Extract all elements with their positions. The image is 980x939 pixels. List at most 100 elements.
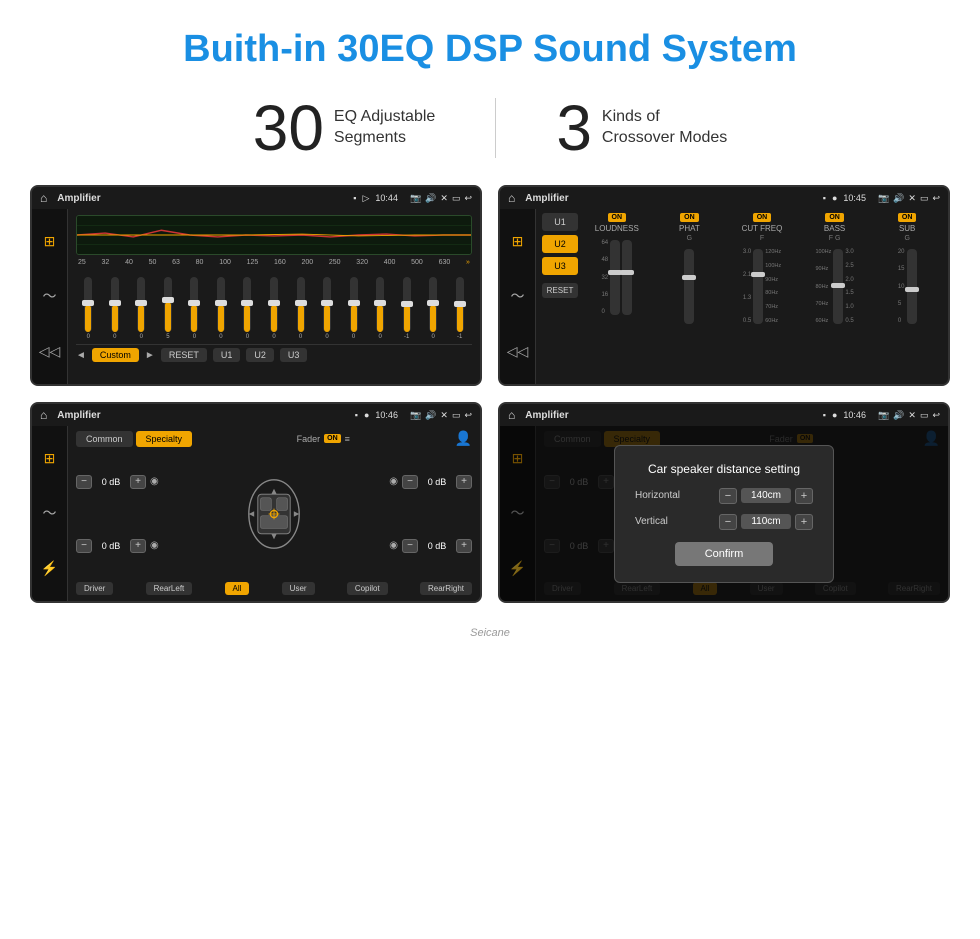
back-icon-2[interactable]: ↩	[932, 193, 940, 204]
crossover-panel: U1 U2 U3 RESET ON LOUDNESS 644832160	[536, 209, 948, 384]
bass-on[interactable]: ON	[825, 213, 844, 222]
home-icon-3[interactable]: ⌂	[40, 408, 47, 422]
sub-slider[interactable]: 20151050	[898, 244, 917, 324]
preset-u2[interactable]: U2	[542, 235, 578, 253]
all-btn-3[interactable]: All	[225, 582, 250, 595]
custom-btn[interactable]: Custom	[92, 348, 139, 362]
screen-specialty: ⌂ Amplifier ▪ ● 10:46 📷 🔊 ✕ ▭ ↩ ⊞ 〜 ⚡	[30, 402, 482, 603]
common-tab-3[interactable]: Common	[76, 431, 133, 447]
stats-row: 30 EQ AdjustableSegments 3 Kinds ofCross…	[0, 81, 980, 185]
eq-icon-2[interactable]: ⊞	[512, 233, 524, 250]
preset-u1[interactable]: U1	[542, 213, 578, 231]
fader-row: Fader ON ≡	[297, 434, 350, 444]
camera-icon-2: 📷	[878, 193, 889, 204]
bluetooth-icon-3[interactable]: ⚡	[41, 560, 58, 577]
spk-row-tr: ◉ − 0 dB +	[389, 475, 472, 489]
sidebar-2: ⊞ 〜 ◁◁	[500, 209, 536, 384]
wave-icon-3[interactable]: 〜	[43, 503, 57, 523]
rearleft-btn-3[interactable]: RearLeft	[146, 582, 193, 595]
close-icon-1[interactable]: ✕	[440, 193, 448, 204]
slider-9[interactable]: 0	[288, 277, 313, 340]
slider-14[interactable]: 0	[421, 277, 446, 340]
eq-graph	[76, 215, 472, 255]
dialog-title: Car speaker distance setting	[635, 462, 813, 476]
horizontal-plus[interactable]: +	[795, 488, 813, 504]
spk-tr-plus[interactable]: +	[456, 475, 472, 489]
slider-4[interactable]: 5	[156, 277, 181, 340]
cutfreq-on[interactable]: ON	[753, 213, 772, 222]
phat-slider[interactable]	[684, 244, 694, 324]
cutfreq-slider[interactable]: 3.02.11.30.5 120Hz100Hz90Hz80Hz70Hz60Hz	[743, 244, 781, 324]
slider-13[interactable]: -1	[394, 277, 419, 340]
status-icons-2: 📷 🔊 ✕ ▭ ↩	[878, 193, 940, 204]
vertical-minus[interactable]: −	[719, 514, 737, 530]
phat-on[interactable]: ON	[680, 213, 699, 222]
screens-grid: ⌂ Amplifier ▪ ▷ 10:44 📷 🔊 ✕ ▭ ↩ ⊞ 〜 ◁◁	[0, 185, 980, 623]
horizontal-minus[interactable]: −	[719, 488, 737, 504]
rearright-btn-3[interactable]: RearRight	[420, 582, 472, 595]
horizontal-controls: − 140cm +	[719, 488, 813, 504]
u1-btn-1[interactable]: U1	[213, 348, 241, 362]
reset-btn-1[interactable]: RESET	[161, 348, 207, 362]
sub-on[interactable]: ON	[898, 213, 917, 222]
speaker-icon-1[interactable]: ◁◁	[39, 343, 61, 360]
spk-tr-minus[interactable]: −	[402, 475, 418, 489]
u2-btn-1[interactable]: U2	[246, 348, 274, 362]
slider-6[interactable]: 0	[209, 277, 234, 340]
back-icon-4[interactable]: ↩	[932, 410, 940, 421]
copilot-btn-3[interactable]: Copilot	[347, 582, 388, 595]
eq-icon-3[interactable]: ⊞	[44, 450, 56, 467]
eq-icon-1[interactable]: ⊞	[44, 233, 56, 250]
bass-label: BASS	[824, 224, 845, 233]
stat-eq-number: 30	[253, 91, 324, 165]
confirm-button[interactable]: Confirm	[675, 542, 774, 566]
next-arrow[interactable]: ►	[145, 350, 155, 361]
back-icon-3[interactable]: ↩	[464, 410, 472, 421]
slider-15[interactable]: -1	[447, 277, 472, 340]
loudness-on[interactable]: ON	[608, 213, 627, 222]
home-icon-1[interactable]: ⌂	[40, 191, 47, 205]
slider-2[interactable]: 0	[103, 277, 128, 340]
spk-tl-minus[interactable]: −	[76, 475, 92, 489]
speaker-icon-2[interactable]: ◁◁	[507, 343, 529, 360]
close-icon-2[interactable]: ✕	[908, 193, 916, 204]
expand-arrows[interactable]: »	[466, 259, 470, 266]
slider-8[interactable]: 0	[262, 277, 287, 340]
close-icon-3[interactable]: ✕	[440, 410, 448, 421]
wave-icon-1[interactable]: 〜	[43, 286, 57, 306]
slider-3[interactable]: 0	[129, 277, 154, 340]
stat-crossover: 3 Kinds ofCrossover Modes	[496, 91, 787, 165]
left-speakers: − 0 dB + ◉ − 0 dB + ◉	[76, 451, 159, 576]
slider-11[interactable]: 0	[341, 277, 366, 340]
spk-bl-plus[interactable]: +	[130, 539, 146, 553]
back-icon-1[interactable]: ↩	[464, 193, 472, 204]
fader-label: Fader	[297, 434, 321, 444]
home-icon-4[interactable]: ⌂	[508, 408, 515, 422]
bass-slider[interactable]: 100Hz90Hz80Hz70Hz60Hz 3.02.52.01.51.00.5	[815, 244, 853, 324]
driver-btn-3[interactable]: Driver	[76, 582, 113, 595]
vertical-controls: − 110cm +	[719, 514, 813, 530]
spk-row-tl: − 0 dB + ◉	[76, 475, 159, 489]
vertical-plus[interactable]: +	[795, 514, 813, 530]
slider-7[interactable]: 0	[235, 277, 260, 340]
slider-1[interactable]: 0	[76, 277, 101, 340]
spk-br-plus[interactable]: +	[456, 539, 472, 553]
spk-bl-minus[interactable]: −	[76, 539, 92, 553]
wave-icon-2[interactable]: 〜	[511, 286, 525, 306]
phat-sub: G	[687, 235, 692, 242]
specialty-tab-3[interactable]: Specialty	[136, 431, 193, 447]
slider-12[interactable]: 0	[368, 277, 393, 340]
spk-tl-plus[interactable]: +	[130, 475, 146, 489]
u3-btn-1[interactable]: U3	[280, 348, 308, 362]
close-icon-4[interactable]: ✕	[908, 410, 916, 421]
preset-u3[interactable]: U3	[542, 257, 578, 275]
home-icon-2[interactable]: ⌂	[508, 191, 515, 205]
fader-on[interactable]: ON	[324, 434, 341, 443]
cross-reset-btn[interactable]: RESET	[542, 283, 578, 298]
slider-10[interactable]: 0	[315, 277, 340, 340]
spk-br-minus[interactable]: −	[402, 539, 418, 553]
loudness-slider[interactable]: 644832160	[601, 235, 632, 315]
user-btn-3[interactable]: User	[282, 582, 315, 595]
slider-5[interactable]: 0	[182, 277, 207, 340]
prev-arrow[interactable]: ◄	[76, 350, 86, 361]
